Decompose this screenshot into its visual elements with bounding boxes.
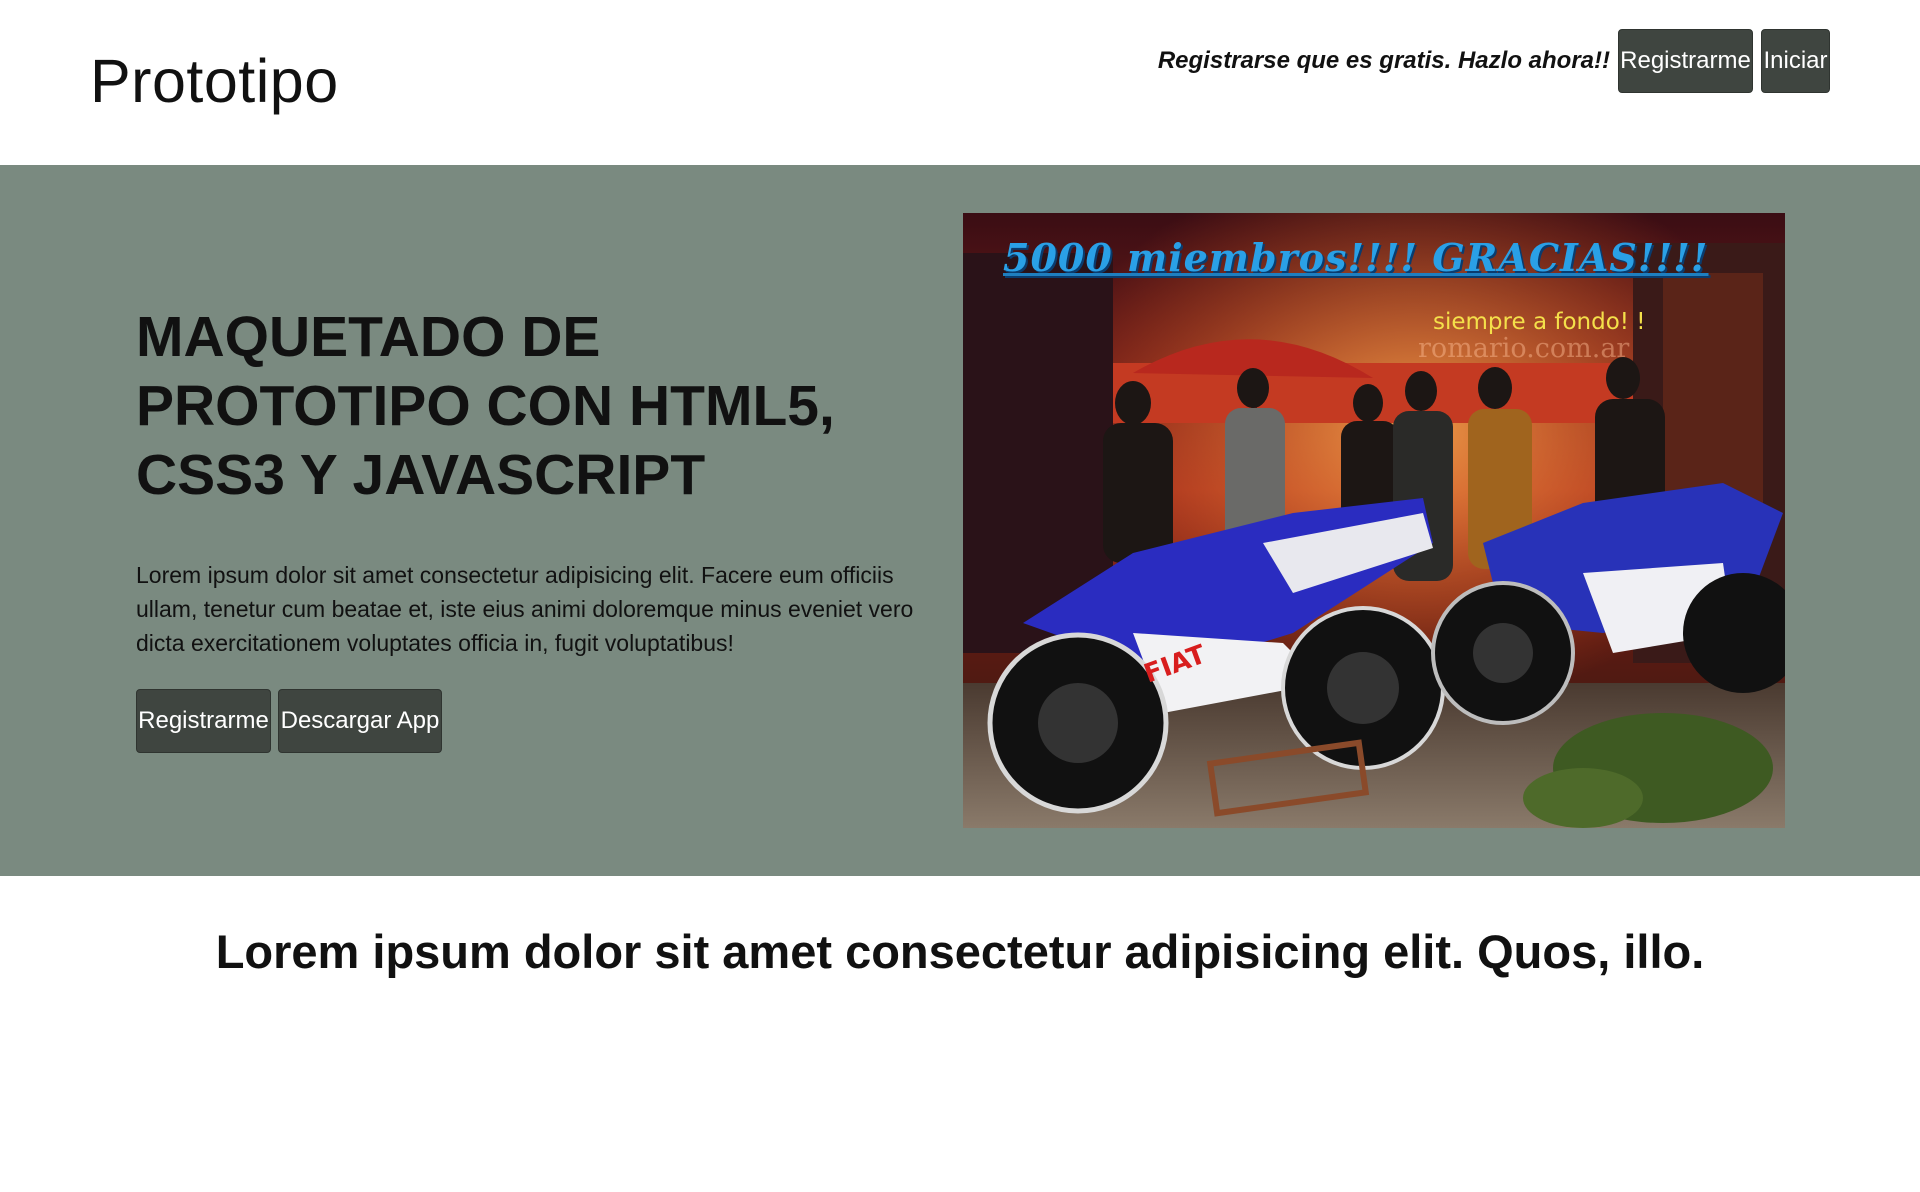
header-login-button[interactable]: Iniciar bbox=[1761, 29, 1830, 93]
signup-promo-text: Registrarse que es gratis. Hazlo ahora!! bbox=[1157, 47, 1610, 74]
hero-description: Lorem ipsum dolor sit amet consectetur a… bbox=[136, 562, 914, 656]
hero-buttons: Registrarme Descargar App bbox=[136, 689, 442, 753]
photo-illustration: FIAT bbox=[963, 213, 1785, 828]
download-app-button[interactable]: Descargar App bbox=[278, 689, 442, 753]
hero-section: MAQUETADO DE PROTOTIPO CON HTML5, CSS3 Y… bbox=[0, 165, 1920, 876]
photo-watermark-text: romario.com.ar bbox=[1418, 333, 1630, 364]
hero-title: MAQUETADO DE PROTOTIPO CON HTML5, CSS3 Y… bbox=[136, 305, 835, 507]
site-header: Prototipo Registrarse que es gratis. Haz… bbox=[0, 0, 1920, 165]
header-actions: Registrarse que es gratis. Hazlo ahora!!… bbox=[1158, 29, 1830, 93]
brand-logo-text: Prototipo bbox=[90, 47, 339, 115]
hero-register-button[interactable]: Registrarme bbox=[136, 689, 271, 753]
section-heading: Lorem ipsum dolor sit amet consectetur a… bbox=[215, 925, 1705, 978]
photo-slogan-text: siempre a fondo! ! bbox=[1433, 309, 1646, 335]
header-register-button[interactable]: Registrarme bbox=[1618, 29, 1753, 93]
hero-motorcycle-photo: FIAT 5000 miembros!!!! GRACIAS!!!! siemp… bbox=[963, 213, 1785, 828]
photo-headline-text: 5000 miembros!!!! GRACIAS!!!! bbox=[1003, 235, 1709, 280]
